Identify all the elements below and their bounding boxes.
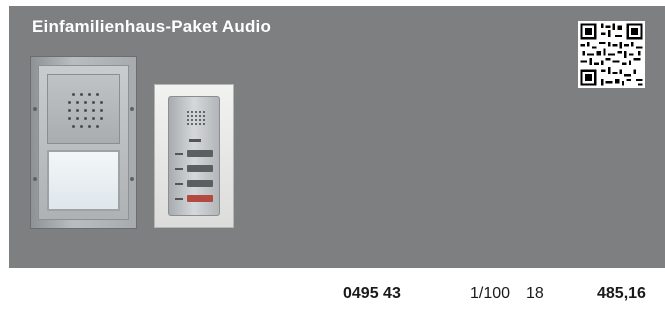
light-button	[187, 180, 213, 187]
indoor-station-image	[154, 84, 234, 228]
mute-button	[187, 195, 213, 202]
catalog-entry: Einfamilienhaus-Paket Audio 0495 43 1/10…	[0, 0, 665, 316]
price-group: 18	[526, 285, 544, 302]
bell-button	[47, 150, 120, 211]
talk-button	[187, 150, 213, 157]
brand-mark	[189, 139, 201, 142]
speaker-grill	[47, 74, 120, 144]
door-station-image	[30, 56, 137, 229]
indoor-station-device	[168, 96, 220, 216]
packaging-unit: 1/100	[470, 285, 511, 302]
product-title: Einfamilienhaus-Paket Audio	[32, 17, 272, 36]
door-open-button	[187, 165, 213, 172]
qr-code-icon	[578, 21, 645, 88]
price: 485,16	[597, 285, 646, 302]
door-station-frame	[38, 65, 129, 220]
article-number: 0495 43	[343, 285, 401, 302]
